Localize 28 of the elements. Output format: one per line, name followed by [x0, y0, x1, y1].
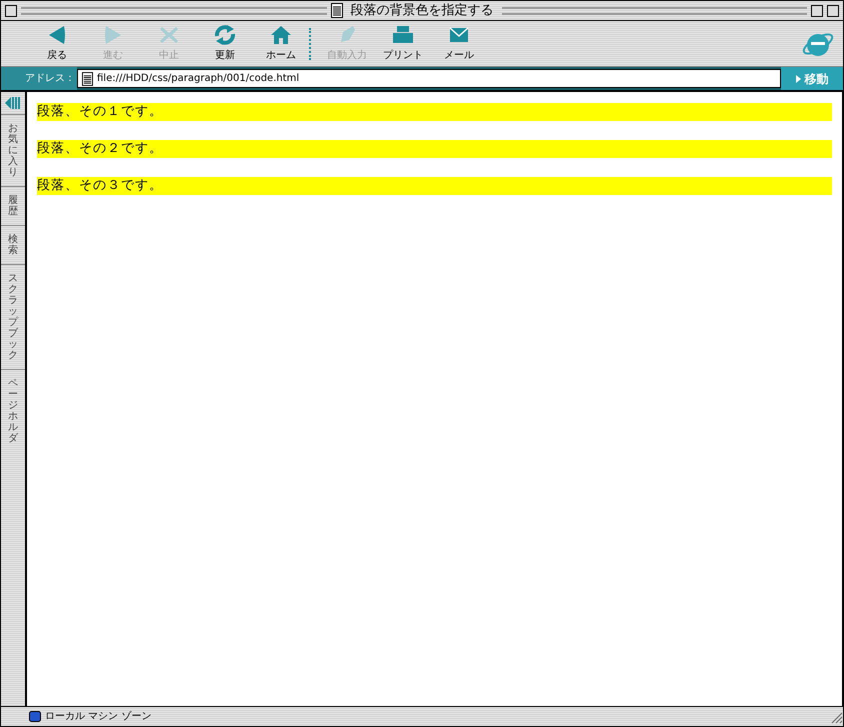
address-field[interactable]: file:///HDD/css/paragraph/001/code.html — [77, 69, 781, 88]
document-icon — [82, 72, 93, 86]
resize-grip-icon[interactable] — [829, 710, 843, 724]
toolbar-button[interactable]: メール — [431, 24, 487, 63]
toolbar-button[interactable]: プリント — [375, 24, 431, 63]
address-label: アドレス： — [1, 67, 77, 90]
collapse-box[interactable] — [827, 4, 839, 16]
zoom-box[interactable] — [811, 4, 823, 16]
sidebar-tab[interactable]: 検索 — [1, 225, 25, 264]
highlighted-paragraph: 段落、その１です。 — [37, 103, 832, 121]
refresh-icon — [213, 24, 237, 46]
toolbar-button[interactable]: 戻る — [29, 24, 85, 63]
window-title: 段落の背景色を指定する — [350, 2, 494, 20]
computer-icon — [29, 711, 41, 722]
security-zone: ローカル マシン ゾーン — [45, 710, 152, 724]
sidebar-tab[interactable]: 履歴 — [1, 186, 25, 225]
highlighted-paragraph: 段落、その２です。 — [37, 140, 832, 158]
sidebar-tab[interactable]: お気に入り — [1, 114, 25, 186]
sidebar-toggle-icon[interactable] — [4, 96, 22, 110]
printer-icon — [391, 24, 415, 46]
close-box[interactable] — [5, 4, 17, 16]
toolbar-button[interactable]: 更新 — [197, 24, 253, 63]
house-icon — [269, 24, 293, 46]
highlighted-paragraph: 段落、その３です。 — [37, 177, 832, 195]
chevron-icon — [796, 74, 800, 82]
sidebar-tab[interactable]: ページホルダ — [1, 369, 25, 452]
toolbar-button[interactable]: ホーム — [253, 24, 309, 63]
sidebar-tab[interactable]: スクラップブック — [1, 264, 25, 369]
